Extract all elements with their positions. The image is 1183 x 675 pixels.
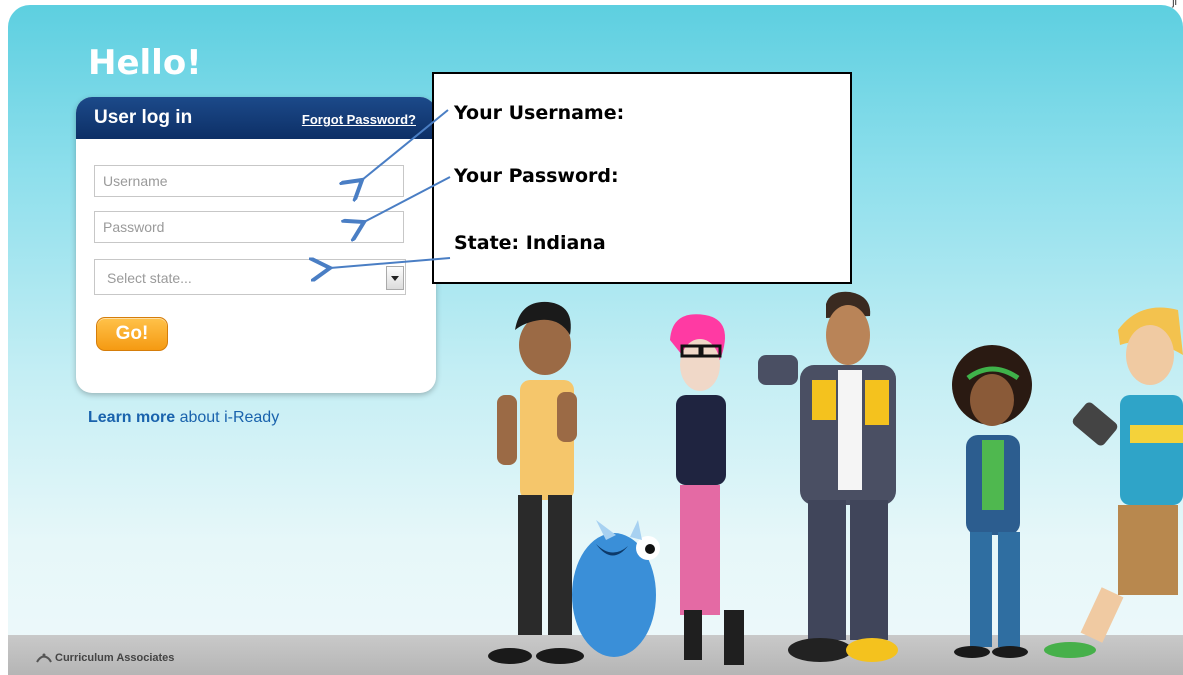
callout-username-line: Your Username: [454, 102, 625, 124]
curriculum-associates-logo: Curriculum Associates [36, 652, 174, 664]
blue-monster [572, 520, 660, 657]
character-girl-curly-hair [952, 345, 1032, 658]
callout-state-line: State: Indiana [454, 232, 606, 254]
callout-password-line: Your Password: [454, 165, 619, 187]
character-boy-jacket [758, 291, 898, 662]
instruction-callout: Your Username: Your Password: State: Ind… [432, 72, 852, 284]
curriculum-associates-logo-icon [36, 653, 52, 663]
character-boy-yellow-shirt [488, 301, 584, 664]
character-boy-blonde-tablet [1044, 307, 1183, 658]
footer-brand: Curriculum Associates [55, 652, 175, 664]
character-girl-pink-hair [670, 314, 744, 665]
